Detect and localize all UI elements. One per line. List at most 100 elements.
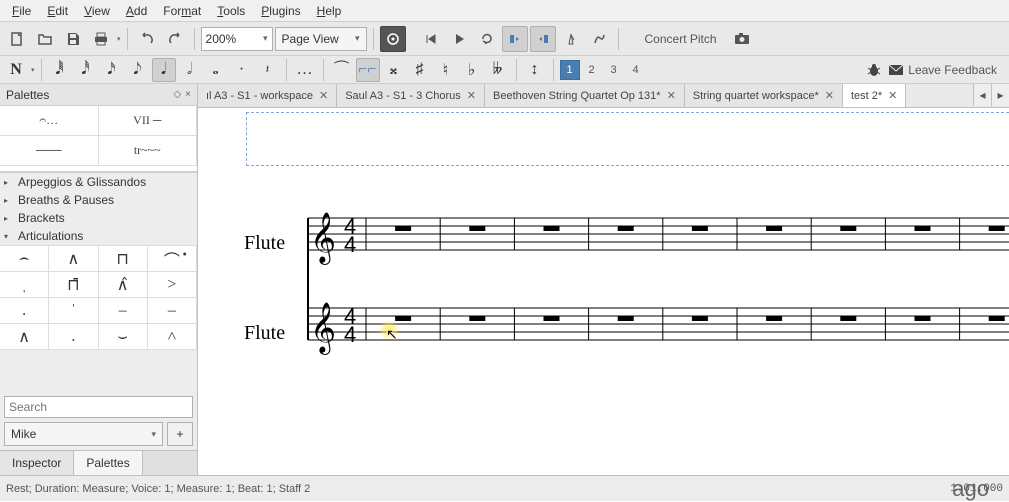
palette-category[interactable]: ▾Articulations [0, 227, 197, 245]
undo-button[interactable] [134, 26, 160, 52]
menu-edit[interactable]: Edit [39, 2, 76, 20]
voice-1-button[interactable]: 1 [560, 60, 580, 80]
redo-button[interactable] [162, 26, 188, 52]
articulation-cell[interactable]: ˌ [0, 272, 49, 298]
articulation-cell[interactable]: – [99, 298, 148, 324]
zoom-combo[interactable]: 200% ▾ [201, 27, 273, 51]
articulation-cell[interactable]: ⌢ [0, 246, 49, 272]
marcato-button[interactable]: ⌐⌐ [356, 58, 380, 82]
menu-file[interactable]: File [4, 2, 39, 20]
note-input-dropdown-icon[interactable]: ▾ [31, 66, 35, 74]
duration-8th-button[interactable]: 𝅘𝅥𝅮 [126, 58, 150, 82]
articulation-cell[interactable]: ⌒̇ [148, 246, 197, 272]
double-flat-button[interactable]: 𝄫 [486, 58, 510, 82]
main-toolbar: ▾ 200% ▾ Page View ▾ Concert Pitch [0, 22, 1009, 56]
score-canvas[interactable]: Flute Flute 𝄞44𝄞44 ↖ [198, 108, 1009, 475]
menu-format[interactable]: Format [155, 2, 209, 20]
new-button[interactable] [4, 26, 30, 52]
loop-in-button[interactable] [502, 26, 528, 52]
menu-tools[interactable]: Tools [209, 2, 253, 20]
tab-scroll-right-button[interactable]: ▸ [991, 84, 1009, 106]
report-bug-button[interactable] [866, 63, 882, 77]
menu-plugins[interactable]: Plugins [253, 2, 308, 20]
loop-button[interactable] [474, 26, 500, 52]
document-tab[interactable]: test 2*✕ [843, 84, 906, 107]
metronome-button[interactable] [558, 26, 584, 52]
loop-out-button[interactable] [530, 26, 556, 52]
voice-4-button[interactable]: 4 [626, 60, 646, 80]
duration-64th-button[interactable]: 𝅘𝅥𝅱 [48, 58, 72, 82]
count-in-button[interactable] [586, 26, 612, 52]
sharp-button[interactable]: ♯ [408, 58, 432, 82]
close-icon[interactable]: × [185, 89, 191, 100]
articulation-cell[interactable]: ⊓ [99, 246, 148, 272]
close-icon[interactable]: ✕ [467, 89, 476, 102]
document-tab[interactable]: Beethoven String Quartet Op 131*✕ [485, 84, 685, 107]
duration-32nd-button[interactable]: 𝅘𝅥𝅰 [74, 58, 98, 82]
duration-dot-button[interactable]: · [230, 58, 254, 82]
duration-16th-button[interactable]: 𝅘𝅥𝅯 [100, 58, 124, 82]
close-icon[interactable]: ✕ [825, 89, 834, 102]
tab-scroll-left-button[interactable]: ◂ [973, 84, 991, 106]
midi-input-button[interactable] [380, 26, 406, 52]
flat-button[interactable]: ♭ [460, 58, 484, 82]
menu-bar: File Edit View Add Format Tools Plugins … [0, 0, 1009, 22]
add-workspace-button[interactable]: + [167, 422, 193, 446]
menu-help[interactable]: Help [309, 2, 350, 20]
palette-category[interactable]: ▸Arpeggios & Glissandos [0, 173, 197, 191]
image-capture-button[interactable] [729, 26, 755, 52]
close-icon[interactable]: ✕ [667, 89, 676, 102]
sidebar-tab-inspector[interactable]: Inspector [0, 451, 74, 475]
palette-cell[interactable]: tr~~~ [99, 136, 198, 166]
triangle-right-icon: ▸ [4, 196, 14, 205]
flip-direction-button[interactable]: ↕ [523, 58, 547, 82]
concert-pitch-button[interactable]: Concert Pitch [635, 32, 727, 46]
palette-category[interactable]: ▸Brackets [0, 209, 197, 227]
search-input[interactable] [4, 396, 193, 418]
articulation-cell[interactable]: > [148, 272, 197, 298]
document-tab[interactable]: ıl A3 - S1 - workspace✕ [198, 84, 337, 107]
palette-cell[interactable]: ─── [0, 136, 99, 166]
rest-button[interactable]: 𝄽 [256, 58, 280, 82]
workspace-combo[interactable]: Mike ▾ [4, 422, 163, 446]
duration-half-button[interactable]: 𝅗𝅥 [178, 58, 202, 82]
palette-cell[interactable]: VII ─ [99, 106, 198, 136]
articulation-cell[interactable]: ⊓̄ [49, 272, 98, 298]
document-tab[interactable]: String quartet workspace*✕ [685, 84, 843, 107]
articulation-cell[interactable]: ∧ [49, 246, 98, 272]
articulation-cell[interactable]: . [0, 298, 49, 324]
articulation-cell[interactable]: ⌣ [99, 324, 148, 350]
articulation-cell[interactable]: ˄ [148, 324, 197, 350]
voice-2-button[interactable]: 2 [582, 60, 602, 80]
voice-3-button[interactable]: 3 [604, 60, 624, 80]
view-mode-combo[interactable]: Page View ▾ [275, 27, 367, 51]
tie-button[interactable]: … [293, 58, 317, 82]
print-button[interactable] [88, 26, 114, 52]
close-icon[interactable]: ✕ [888, 89, 897, 102]
natural-button[interactable]: ♮ [434, 58, 458, 82]
leave-feedback-button[interactable]: Leave Feedback [888, 63, 997, 77]
articulation-cell[interactable]: – [148, 298, 197, 324]
sidebar-tab-palettes[interactable]: Palettes [74, 451, 142, 475]
palette-cell[interactable]: 𝄐… [0, 106, 99, 136]
open-button[interactable] [32, 26, 58, 52]
menu-view[interactable]: View [76, 2, 118, 20]
articulation-cell[interactable]: ∧ [0, 324, 49, 350]
close-icon[interactable]: ✕ [319, 89, 328, 102]
rewind-button[interactable] [418, 26, 444, 52]
duration-whole-button[interactable]: 𝅝 [204, 58, 228, 82]
slur-button[interactable]: ⁀ [330, 58, 354, 82]
print-dropdown-icon[interactable]: ▾ [117, 35, 121, 43]
double-sharp-button[interactable]: 𝄪 [382, 58, 406, 82]
articulation-cell[interactable]: ∧̂ [99, 272, 148, 298]
menu-add[interactable]: Add [118, 2, 155, 20]
play-button[interactable] [446, 26, 472, 52]
duration-quarter-button[interactable]: 𝅘𝅥 [152, 58, 176, 82]
palette-category[interactable]: ▸Breaths & Pauses [0, 191, 197, 209]
undock-icon[interactable]: ◇ [173, 89, 181, 100]
document-tab[interactable]: Saul A3 - S1 - 3 Chorus✕ [337, 84, 485, 107]
save-button[interactable] [60, 26, 86, 52]
articulation-cell[interactable]: . [49, 324, 98, 350]
articulation-cell[interactable]: ˈ [49, 298, 98, 324]
note-input-mode-button[interactable]: N [4, 58, 28, 82]
